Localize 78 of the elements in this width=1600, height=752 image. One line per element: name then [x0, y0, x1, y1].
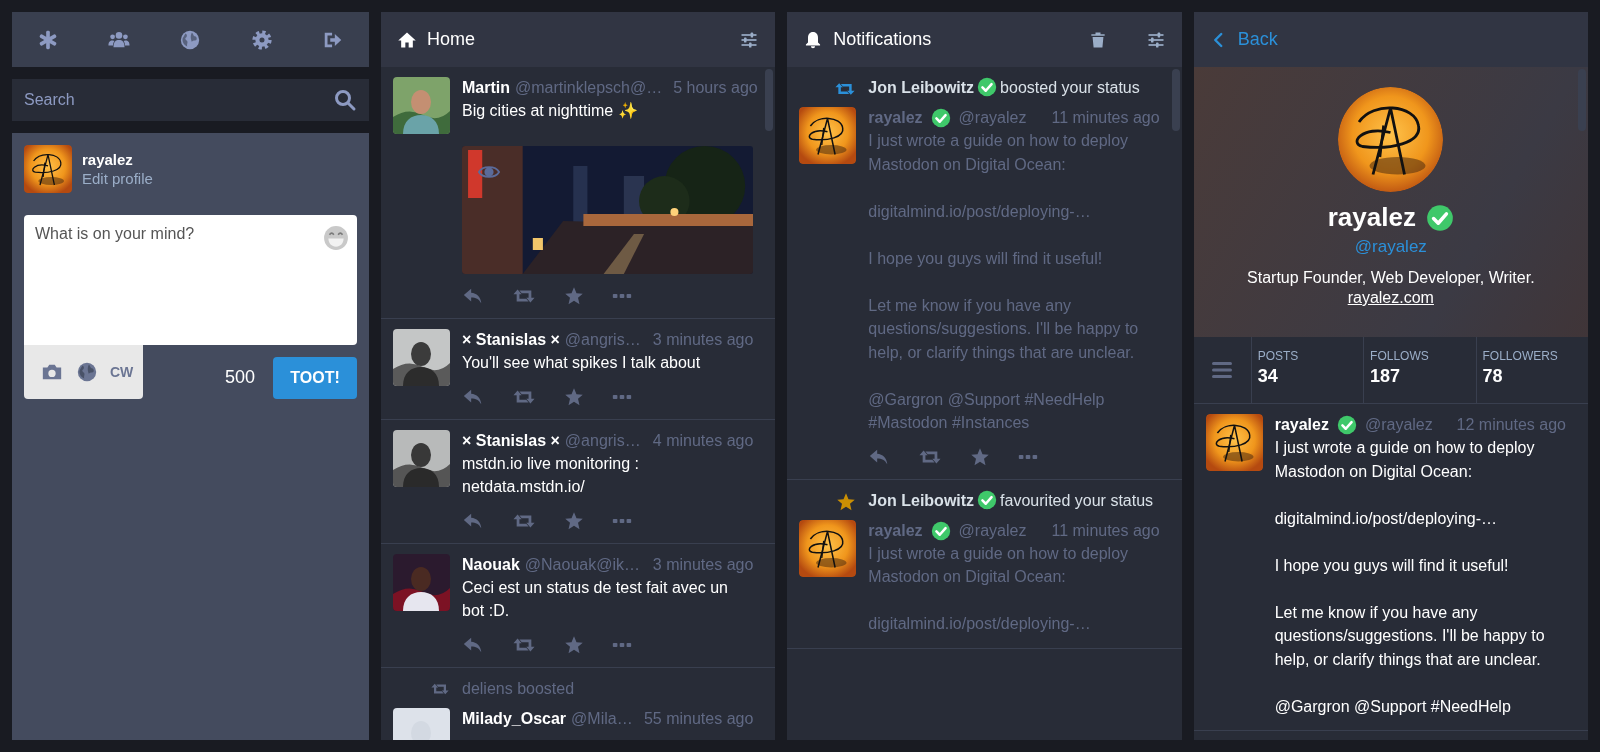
actor-name[interactable]: Jon Leibowitz	[868, 79, 975, 96]
logo-drawing	[799, 107, 857, 164]
stat-label: FOLLOWS	[1370, 349, 1430, 363]
stat-value: 34	[1257, 366, 1279, 387]
website-link[interactable]: rayalez.com	[1347, 289, 1434, 307]
author-handle: @martinklepsch@…	[515, 78, 663, 98]
star-icon[interactable]	[564, 286, 584, 306]
timestamp: 11 minutes ago	[1050, 108, 1160, 128]
scrollbar[interactable]	[1171, 69, 1180, 131]
author-handle: @Mila…	[571, 708, 633, 729]
timestamp: 3 minutes ago	[651, 330, 754, 350]
timestamp: 5 hours ago	[672, 78, 758, 98]
star-icon[interactable]	[564, 510, 584, 531]
status-text: @Gargron @Support #NeedHelp	[1274, 696, 1512, 717]
status-text: digitalmind.io/post/deploying-…	[868, 201, 1092, 222]
logo-drawing	[799, 519, 857, 577]
author-name[interactable]: × Stanislas ×	[462, 429, 560, 452]
status-text: You'll see what spikes I talk about	[462, 353, 702, 373]
author-handle: @rayalez	[1364, 415, 1433, 435]
emoji-icon[interactable]	[323, 225, 349, 251]
stat-value: 78	[1482, 366, 1504, 387]
search-icon[interactable]	[333, 88, 357, 112]
profile-bio: Startup Founder, Web Developer, Writer.	[1247, 269, 1535, 287]
profile-handle: @rayalez	[1354, 237, 1427, 257]
author-name[interactable]: Naouak	[462, 553, 520, 576]
settings-icon[interactable]	[250, 28, 273, 51]
author-handle: @Naouak@ik…	[524, 554, 640, 575]
boost-label: deliens boosted	[462, 678, 576, 699]
status-text: Let me know if you have any questions/suggestions. I'll be happy to help, or clarify things that are unclear.	[1274, 602, 1546, 670]
user-name: rayalez	[82, 151, 134, 168]
actor-name[interactable]: Jon Leibowitz	[868, 491, 975, 509]
status-text: @Gargron @Support #NeedHelp #Mastodon #Instances	[868, 389, 1106, 433]
profile-name: rayalez	[1327, 202, 1416, 233]
stat-label: FOLLOWERS	[1482, 349, 1559, 363]
back-button[interactable]: Back	[1209, 29, 1278, 50]
author-handle: @rayalez	[958, 108, 1027, 128]
status-text: Ceci est un status de test fait avec un bot :D.	[462, 577, 729, 621]
status-text: I hope you guys will find it useful!	[1274, 555, 1510, 576]
author-name[interactable]: rayalez	[1274, 414, 1329, 436]
globe-icon[interactable]	[76, 361, 98, 383]
column-title: Notifications	[833, 29, 932, 50]
timestamp: 3 minutes ago	[651, 554, 754, 575]
column-title: Home	[427, 29, 475, 50]
globe-icon[interactable]	[179, 28, 202, 51]
notification-text: boosted your status	[1000, 79, 1140, 96]
author-handle: @rayalez	[958, 520, 1027, 541]
author-name[interactable]: × Stanislas ×	[462, 329, 560, 351]
cw-button[interactable]: CW	[110, 364, 134, 380]
compose-field[interactable]: What is on your mind?	[24, 215, 357, 345]
status-text: I just wrote a guide on how to deploy Mastodon on Digital Ocean:	[1274, 438, 1536, 482]
edit-profile-link[interactable]: Edit profile	[82, 170, 153, 187]
stat-label: POSTS	[1257, 349, 1300, 363]
author-handle: @angris…	[564, 430, 641, 451]
timestamp: 4 minutes ago	[651, 430, 754, 451]
status-text: digitalmind.io/post/deploying-…	[868, 614, 1092, 634]
status-text: I just wrote a guide on how to deploy Mastodon on Digital Ocean:	[868, 543, 1130, 587]
star-icon[interactable]	[564, 634, 584, 655]
status-text: digitalmind.io/post/deploying-…	[1274, 508, 1498, 529]
logo-drawing	[1205, 414, 1263, 471]
logo-drawing	[24, 145, 72, 193]
search-field[interactable]: Search	[12, 79, 369, 121]
author-name[interactable]: Martin	[462, 77, 510, 99]
star-icon[interactable]	[970, 446, 991, 467]
timestamp: 11 minutes ago	[1050, 520, 1160, 541]
character-counter: 500	[224, 367, 255, 388]
timestamp: 12 minutes ago	[1455, 415, 1566, 435]
status-text: I hope you guys will find it useful!	[868, 248, 1104, 269]
status-text: mstdn.io live monitoring : netdata.mstdn.io/	[462, 453, 640, 497]
scrollbar[interactable]	[765, 69, 774, 131]
status-text: I just wrote a guide on how to deploy Mastodon on Digital Ocean:	[868, 131, 1130, 175]
status-text: Big cities at nighttime ✨	[462, 101, 639, 121]
star-icon[interactable]	[564, 386, 584, 407]
notification-text: favourited your status	[1000, 491, 1154, 509]
stat-value: 187	[1370, 366, 1402, 387]
author-handle: @angris…	[564, 330, 641, 350]
timestamp: 55 minutes ago	[642, 708, 754, 729]
status-text: Let me know if you have any questions/suggestions. I'll be happy to help, or clarify things that are unclear.	[868, 295, 1140, 363]
author-name[interactable]: Milady_Oscar	[462, 707, 567, 730]
